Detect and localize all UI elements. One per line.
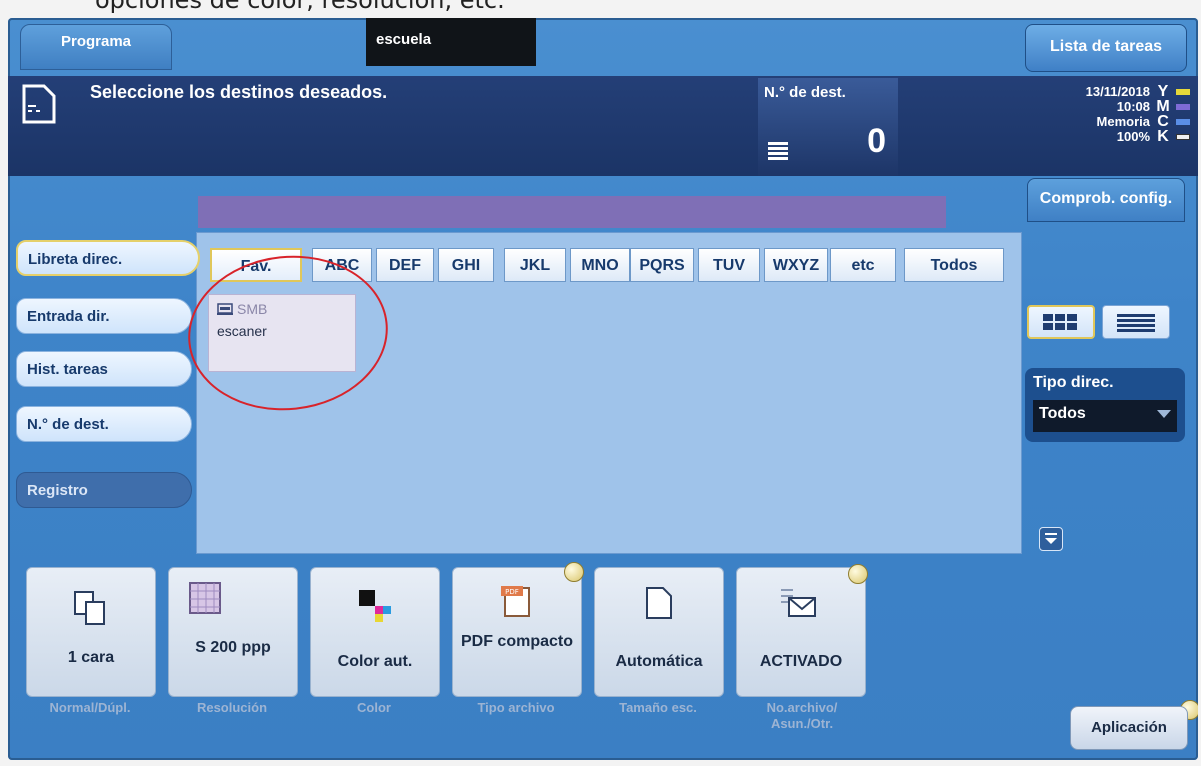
filter-tab-wxyz[interactable]: WXYZ <box>764 248 828 282</box>
program-name: escuela <box>366 18 536 66</box>
status-panel: 13/11/2018 Y 10:08 M Memoria C 100% K <box>1020 84 1190 168</box>
registro-button[interactable]: Registro <box>16 472 192 508</box>
sidebar-item-job-history[interactable]: Hist. tareas <box>16 351 192 387</box>
toner-bar-yellow <box>1176 88 1190 95</box>
file-name-label: No.archivo/ Asun./Otr. <box>766 700 838 731</box>
color-icon <box>359 590 391 622</box>
scroll-down-button[interactable] <box>1039 527 1063 551</box>
sidebar-item-direct-input[interactable]: Entrada dir. <box>16 298 192 334</box>
sidebar-item-destination-number[interactable]: N.° de dest. <box>16 406 192 442</box>
file-name-setting-button[interactable]: ACTIVADO <box>736 567 866 697</box>
setting-indicator <box>848 564 868 584</box>
filter-tab-tuv[interactable]: TUV <box>698 248 760 282</box>
instruction-text: Seleccione los destinos deseados. <box>90 82 388 102</box>
destination-count-box: N.° de dest. 0 <box>758 78 898 176</box>
grid-view-icon <box>1043 314 1077 330</box>
address-type-box: Tipo direc. Todos <box>1025 368 1185 442</box>
toner-letter: K <box>1157 128 1169 145</box>
selected-destinations-bar <box>198 196 946 228</box>
color-label: Color <box>357 700 391 715</box>
list-view-icon <box>1117 314 1155 332</box>
destination-count-label: N.° de dest. <box>764 84 846 101</box>
resolution-icon <box>189 582 221 614</box>
filter-tab-todos[interactable]: Todos <box>904 248 1004 282</box>
program-tab[interactable]: Programa <box>20 24 172 70</box>
resolution-setting-button[interactable]: S 200 ppp <box>168 567 298 697</box>
filter-tab-jkl[interactable]: JKL <box>504 248 566 282</box>
file-type-label: Tipo archivo <box>477 700 555 715</box>
duplex-icon <box>74 591 105 625</box>
address-type-label: Tipo direc. <box>1033 374 1114 391</box>
file-type-value: PDF compacto <box>460 633 573 650</box>
status-date: 13/11/2018 <box>1085 84 1150 99</box>
grid-view-button[interactable] <box>1027 305 1095 339</box>
filter-tab-etc[interactable]: etc <box>830 248 896 282</box>
setting-indicator <box>564 562 584 582</box>
color-value: Color aut. <box>337 653 413 670</box>
scan-size-value: Automática <box>615 653 703 670</box>
color-setting-button[interactable]: Color aut. <box>310 567 440 697</box>
filter-tab-def[interactable]: DEF <box>376 248 434 282</box>
sidebar-item-address-book[interactable]: Libreta direc. <box>16 240 200 276</box>
scan-size-label: Tamaño esc. <box>619 700 697 715</box>
scan-size-setting-button[interactable]: Automática <box>594 567 724 697</box>
application-button[interactable]: Aplicación <box>1070 706 1188 750</box>
check-config-button[interactable]: Comprob. config. <box>1027 178 1185 222</box>
svg-text:PDF: PDF <box>505 588 519 596</box>
file-name-value: ACTIVADO <box>759 653 843 670</box>
pdf-icon: PDF <box>501 586 530 617</box>
memory-value: 100% <box>1116 129 1150 144</box>
status-time: 10:08 <box>1116 99 1150 114</box>
file-type-setting-button[interactable]: PDF PDF compacto <box>452 567 582 697</box>
scan-document-icon <box>22 84 56 124</box>
mail-icon <box>781 589 816 617</box>
filter-tab-ghi[interactable]: GHI <box>438 248 494 282</box>
printer-control-panel: Programa escuela Lista de tareas Selecci… <box>8 18 1198 760</box>
address-type-select[interactable]: Todos <box>1033 400 1177 432</box>
resolution-value: S 200 ppp <box>195 639 271 656</box>
toner-bar-cyan <box>1176 118 1190 125</box>
toner-bar-black <box>1176 133 1190 140</box>
destination-count: 0 <box>867 122 886 160</box>
chevron-down-icon <box>1157 410 1171 418</box>
list-icon <box>768 142 788 160</box>
address-type-value: Todos <box>1039 405 1086 422</box>
duplex-label: Normal/Dúpl. <box>49 700 131 715</box>
toner-letter: M <box>1156 98 1170 115</box>
scroll-down-icon <box>1045 533 1057 544</box>
toner-letter: Y <box>1157 83 1169 100</box>
memory-label: Memoria <box>1096 114 1150 129</box>
filter-tab-mno[interactable]: MNO <box>570 248 630 282</box>
list-view-button[interactable] <box>1102 305 1170 339</box>
duplex-value: 1 cara <box>67 649 115 666</box>
page-size-icon <box>646 587 672 619</box>
duplex-setting-button[interactable]: 1 cara <box>26 567 156 697</box>
toner-letter: C <box>1157 113 1169 130</box>
task-list-button[interactable]: Lista de tareas <box>1025 24 1187 72</box>
filter-tab-pqrs[interactable]: PQRS <box>630 248 694 282</box>
toner-bar-magenta <box>1176 103 1190 110</box>
resolution-label: Resolución <box>196 700 268 715</box>
page-caption: opciones de color, resolución, etc. <box>95 0 505 14</box>
